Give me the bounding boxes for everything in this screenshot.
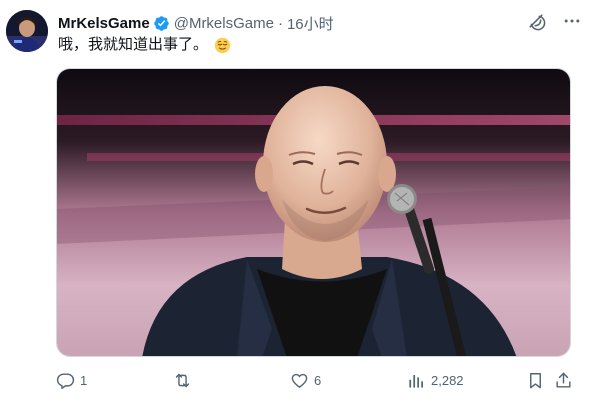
display-name[interactable]: MrKelsGame <box>58 15 150 32</box>
retweet-button[interactable] <box>173 368 197 392</box>
more-options-icon[interactable] <box>561 10 583 32</box>
reply-count: 1 <box>80 372 88 388</box>
verified-badge-icon <box>153 15 170 32</box>
reply-icon <box>56 372 75 389</box>
views-chart-icon <box>409 374 423 388</box>
heart-icon <box>291 373 308 388</box>
tweet[interactable]: MrKelsGame @MrkelsGame · 16小时 哦，我就知道出事了。 <box>0 0 591 407</box>
view-count: 2,282 <box>431 372 464 388</box>
retweet-icon <box>175 373 190 387</box>
handle[interactable]: @MrkelsGame <box>174 15 274 32</box>
like-count: 6 <box>314 372 322 388</box>
avatar[interactable] <box>6 10 48 52</box>
tweet-actions: 1 6 2,282 <box>56 368 581 392</box>
timestamp[interactable]: 16小时 <box>287 13 334 34</box>
separator-dot: · <box>277 14 283 32</box>
tweet-text: 哦，我就知道出事了。 <box>58 35 231 55</box>
share-button[interactable] <box>554 368 573 392</box>
relieved-face-emoji-icon <box>214 37 231 54</box>
tweet-media-photo[interactable] <box>56 68 571 357</box>
grok-icon[interactable] <box>525 10 547 32</box>
share-icon <box>556 372 571 388</box>
bookmark-button[interactable] <box>526 368 545 392</box>
tweet-text-content: 哦，我就知道出事了。 <box>58 36 209 53</box>
bookmark-icon <box>530 372 541 388</box>
like-button[interactable]: 6 <box>290 368 321 392</box>
views-button[interactable]: 2,282 <box>407 368 464 392</box>
tweet-header: MrKelsGame @MrkelsGame · 16小时 <box>58 13 334 33</box>
photo-bald-man-microphone-icon <box>57 69 570 356</box>
reply-button[interactable]: 1 <box>56 368 87 392</box>
